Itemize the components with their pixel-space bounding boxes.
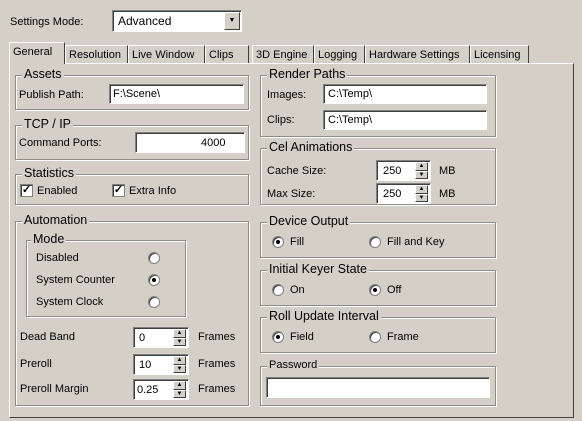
tcpip-title: TCP / IP — [22, 117, 74, 132]
spin-down-icon[interactable]: ▼ — [173, 364, 186, 373]
statistics-title: Statistics — [22, 166, 77, 181]
tab-licensing[interactable]: Licensing — [470, 45, 529, 63]
fill-label: Fill — [290, 236, 305, 248]
cel-animations-title: Cel Animations — [267, 140, 355, 155]
device-output-title: Device Output — [267, 214, 351, 229]
cache-size-label: Cache Size: — [267, 165, 327, 177]
max-size-unit: MB — [439, 188, 456, 200]
clips-label: Clips: — [267, 114, 295, 126]
publish-path-label: Publish Path: — [19, 89, 84, 101]
keyer-on-label: On — [290, 284, 305, 296]
max-size-label: Max Size: — [267, 188, 316, 200]
preroll-spinner[interactable]: ▲ ▼ — [173, 356, 186, 373]
preroll-value: 10 — [139, 359, 152, 371]
tab-resolution[interactable]: Resolution — [65, 45, 128, 63]
max-size-value: 250 — [383, 188, 402, 200]
preroll-input[interactable]: 10 ▲ ▼ — [133, 354, 189, 375]
preroll-unit: Frames — [198, 358, 236, 370]
tab-hardware-settings[interactable]: Hardware Settings — [365, 45, 470, 63]
preroll-margin-label: Preroll Margin — [20, 383, 89, 395]
spin-down-icon[interactable]: ▼ — [173, 389, 186, 398]
password-input[interactable] — [266, 377, 490, 398]
publish-path-value: F:\Scene\ — [113, 88, 161, 100]
extra-info-label: Extra Info — [129, 185, 177, 197]
spin-up-icon[interactable]: ▲ — [173, 356, 186, 365]
preroll-margin-spinner[interactable]: ▲ ▼ — [173, 381, 186, 398]
mode-title: Mode — [31, 232, 67, 247]
tab-general[interactable]: General — [9, 42, 65, 64]
settings-mode-label: Settings Mode: — [10, 16, 84, 28]
preroll-margin-value: 0.25 — [137, 384, 159, 396]
spin-up-icon[interactable]: ▲ — [173, 329, 186, 338]
settings-mode-value: Advanced — [118, 14, 172, 28]
spin-down-icon[interactable]: ▼ — [173, 337, 186, 346]
frame-radio[interactable] — [369, 331, 381, 343]
password-title: Password — [267, 358, 320, 373]
publish-path-input[interactable]: F:\Scene\ — [109, 84, 244, 104]
extra-info-checkbox[interactable]: ✓ — [112, 184, 125, 197]
dead-band-input[interactable]: 0 ▲ ▼ — [133, 327, 189, 348]
images-path-input[interactable]: C:\Temp\ — [323, 84, 487, 104]
chevron-down-icon[interactable]: ▼ — [224, 12, 240, 30]
clips-path-input[interactable]: C:\Temp\ — [323, 110, 487, 130]
disabled-label: Disabled — [36, 252, 79, 264]
tab-logging[interactable]: Logging — [314, 45, 365, 63]
preroll-margin-input[interactable]: 0.25 ▲ ▼ — [133, 379, 189, 400]
command-ports-label: Command Ports: — [19, 137, 102, 149]
tab-3d-engine[interactable]: 3D Engine — [252, 45, 314, 63]
command-ports-value: 4000 — [201, 137, 226, 149]
dead-band-unit: Frames — [198, 331, 236, 343]
tab-clips[interactable]: Clips — [205, 45, 249, 63]
clips-path-value: C:\Temp\ — [328, 114, 373, 126]
dead-band-label: Dead Band — [20, 331, 76, 343]
keyer-off-label: Off — [387, 284, 402, 296]
spin-up-icon[interactable]: ▲ — [415, 185, 428, 194]
enabled-checkbox[interactable]: ✓ — [20, 184, 33, 197]
automation-title: Automation — [22, 213, 90, 228]
cache-size-unit: MB — [439, 165, 456, 177]
max-size-spinner[interactable]: ▲ ▼ — [415, 185, 428, 202]
system-clock-label: System Clock — [36, 296, 104, 308]
images-label: Images: — [267, 89, 307, 101]
fill-radio[interactable] — [272, 236, 284, 248]
mode-system-clock-radio[interactable] — [148, 296, 160, 308]
roll-update-title: Roll Update Interval — [267, 309, 381, 324]
render-paths-title: Render Paths — [267, 67, 348, 82]
fill-and-key-label: Fill and Key — [387, 236, 445, 248]
spin-up-icon[interactable]: ▲ — [415, 162, 428, 171]
fill-and-key-radio[interactable] — [369, 236, 381, 248]
cache-size-spinner[interactable]: ▲ ▼ — [415, 162, 428, 179]
enabled-label: Enabled — [37, 185, 78, 197]
field-radio[interactable] — [272, 331, 284, 343]
cache-size-value: 250 — [383, 165, 402, 177]
images-path-value: C:\Temp\ — [328, 88, 373, 100]
spin-down-icon[interactable]: ▼ — [415, 170, 428, 179]
cache-size-input[interactable]: 250 ▲ ▼ — [376, 160, 431, 181]
spin-up-icon[interactable]: ▲ — [173, 381, 186, 390]
keyer-on-radio[interactable] — [272, 284, 284, 296]
tab-live-window[interactable]: Live Window — [128, 45, 205, 63]
assets-title: Assets — [22, 67, 64, 82]
mode-disabled-radio[interactable] — [148, 252, 160, 264]
spin-down-icon[interactable]: ▼ — [415, 193, 428, 202]
dead-band-spinner[interactable]: ▲ ▼ — [173, 329, 186, 346]
settings-mode-select[interactable]: Advanced ▼ — [112, 10, 242, 32]
keyer-off-radio[interactable] — [369, 284, 381, 296]
max-size-input[interactable]: 250 ▲ ▼ — [376, 183, 431, 204]
field-label: Field — [290, 331, 314, 343]
preroll-label: Preroll — [20, 358, 52, 370]
command-ports-input[interactable]: 4000 — [135, 132, 245, 153]
system-counter-label: System Counter — [36, 274, 115, 286]
preroll-margin-unit: Frames — [198, 383, 236, 395]
mode-system-counter-radio[interactable] — [148, 274, 160, 286]
initial-keyer-title: Initial Keyer State — [267, 262, 369, 277]
dead-band-value: 0 — [139, 332, 146, 344]
frame-label: Frame — [387, 331, 419, 343]
